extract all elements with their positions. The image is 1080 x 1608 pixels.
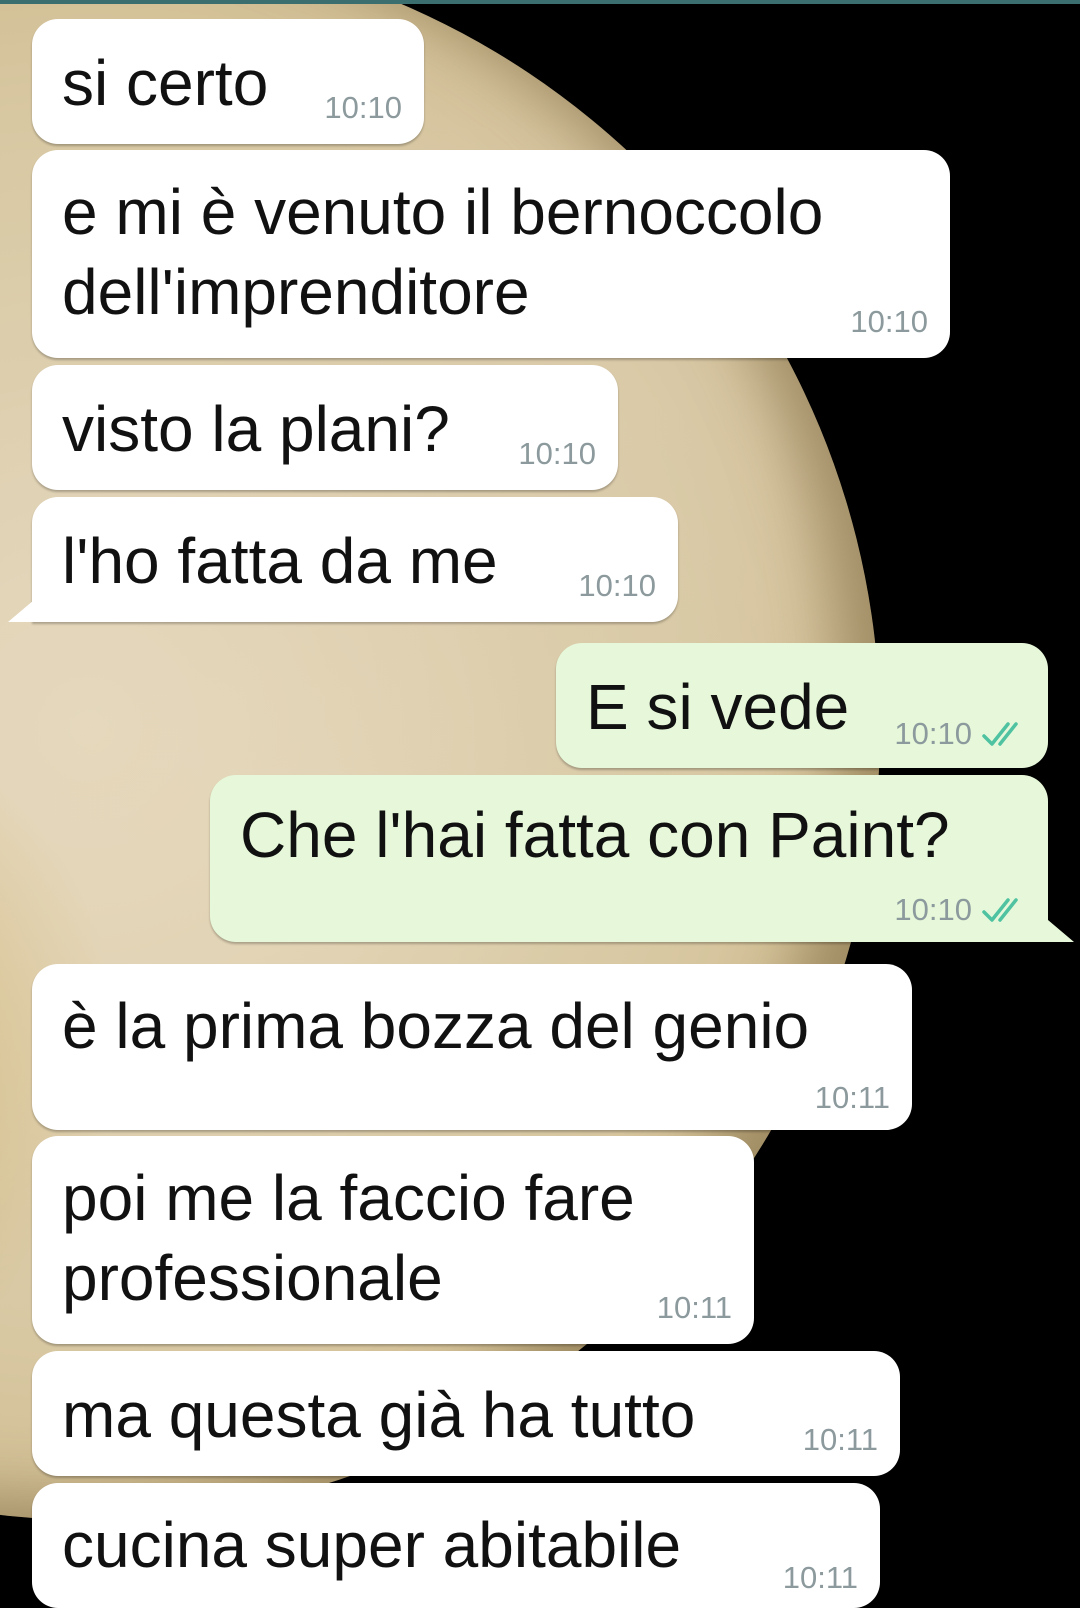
incoming-message[interactable]: poi me la faccio fare professionale 10:1… [32, 1136, 754, 1344]
message-time: 10:10 [518, 436, 596, 471]
incoming-message[interactable]: cucina super abitabile 10:11 [32, 1483, 880, 1608]
incoming-message[interactable]: e mi è venuto il bernoccolo dell'imprend… [32, 150, 950, 358]
message-time: 10:11 [802, 1422, 878, 1457]
message-list[interactable]: si certo 10:10 e mi è venuto il bernocco… [0, 0, 1080, 1608]
message-text-line: dell'imprenditore [62, 256, 530, 328]
message-time: 10:10 [324, 90, 402, 125]
incoming-message[interactable]: ma questa già ha tutto 10:11 [32, 1351, 900, 1476]
incoming-message[interactable]: si certo 10:10 [32, 19, 424, 144]
message-text: visto la plani? [62, 393, 450, 465]
outgoing-message[interactable]: E si vede 10:10 [556, 643, 1048, 768]
double-check-icon [982, 898, 1018, 922]
message-text-line: e mi è venuto il bernoccolo [62, 176, 824, 248]
bubble-tail [1048, 920, 1074, 942]
message-time: 10:10 [894, 716, 1030, 752]
message-text: ma questa già ha tutto [62, 1379, 696, 1451]
message-time: 10:11 [814, 1080, 890, 1115]
message-time: 10:11 [782, 1560, 858, 1595]
message-time: 10:10 [850, 304, 928, 339]
bubble-tail [8, 600, 34, 622]
message-text: è la prima bozza del genio [62, 990, 810, 1062]
double-check-icon [982, 722, 1018, 746]
message-text-line: poi me la faccio fare [62, 1162, 635, 1234]
message-text: Che l'hai fatta con Paint? [240, 799, 950, 871]
message-time: 10:10 [578, 568, 656, 603]
message-text: si certo [62, 47, 269, 119]
message-text: l'ho fatta da me [62, 525, 498, 597]
message-text: E si vede [586, 671, 850, 743]
message-text-line: professionale [62, 1242, 443, 1314]
message-text: cucina super abitabile [62, 1509, 682, 1581]
incoming-message[interactable]: l'ho fatta da me 10:10 [32, 497, 678, 622]
incoming-message[interactable]: visto la plani? 10:10 [32, 365, 618, 490]
message-time: 10:10 [894, 892, 1030, 928]
incoming-message[interactable]: è la prima bozza del genio 10:11 [32, 964, 912, 1130]
message-time: 10:11 [656, 1290, 732, 1325]
outgoing-message[interactable]: Che l'hai fatta con Paint? 10:10 [210, 775, 1048, 942]
